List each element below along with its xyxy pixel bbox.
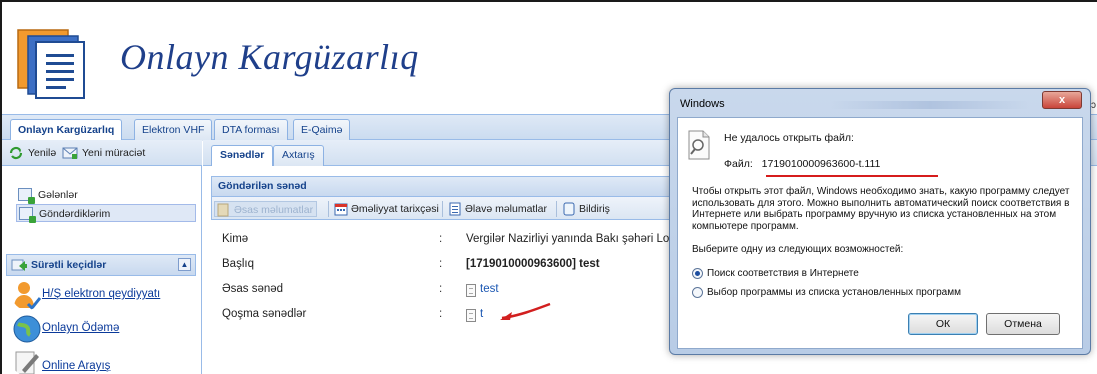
radio-unselected[interactable] xyxy=(692,287,703,298)
nav-item-label: Gələnlər xyxy=(38,189,78,201)
tab-e-qaime[interactable]: E-Qaimə xyxy=(293,119,351,141)
outbox-icon xyxy=(19,207,36,223)
nav-item-label: Göndərdiklərim xyxy=(39,208,111,220)
panel-title: Göndərilən sənəd xyxy=(211,176,681,196)
main-document-link[interactable]: test xyxy=(466,283,499,297)
quick-links-title: Sürətli keçidlər xyxy=(31,259,107,271)
tab-senedler[interactable]: Sənədlər xyxy=(211,145,274,166)
ok-button[interactable]: ОК xyxy=(908,313,978,335)
title-blur xyxy=(830,101,1030,109)
quick-link-hs-registration[interactable]: H/Ş elektron qeydiyyatı xyxy=(42,288,160,300)
main-document-label: Əsas sənəd xyxy=(222,283,284,295)
dialog-close-button[interactable]: x xyxy=(1042,91,1082,109)
new-mail-icon xyxy=(62,147,78,159)
left-panel: Yenilə Yeni müraciət Gələnlər Göndərdikl… xyxy=(2,140,202,374)
left-toolbar: Yenilə Yeni müraciət xyxy=(2,140,202,166)
subject-label: Başlıq xyxy=(222,258,254,270)
quick-links-header[interactable]: Sürətli keçidlər ▲ xyxy=(6,254,196,276)
additional-info-label: Əlavə məlumatlar xyxy=(465,203,548,215)
row-colon: : xyxy=(439,283,443,295)
main-info-button[interactable]: Əsas məlumatlar xyxy=(214,201,318,217)
notification-label: Bildiriş xyxy=(579,203,610,215)
refresh-label: Yenilə xyxy=(28,147,57,159)
tab-onlayn-karguzarliq[interactable]: Onlayn Kargüzarlıq xyxy=(10,119,123,142)
dialog-body: Не удалось открыть файл: Файл: 171901000… xyxy=(677,117,1083,349)
tab-axtaris[interactable]: Axtarış xyxy=(273,145,324,166)
attachments-label: Qoşma sənədlər xyxy=(222,308,307,320)
subject-value: [1719010000963600] test xyxy=(466,258,600,270)
operation-history-button[interactable]: Əməliyyat tarixçəsi xyxy=(332,201,439,217)
pen-icon xyxy=(15,351,39,374)
toolbar-divider xyxy=(328,201,329,217)
attachment-link[interactable]: t xyxy=(466,308,484,322)
refresh-icon xyxy=(9,146,23,160)
main-document-name: test xyxy=(480,283,499,295)
radio-selected[interactable] xyxy=(692,268,703,279)
red-underline-annotation xyxy=(766,175,938,177)
quick-link-online-payment[interactable]: Onlayn Ödəmə xyxy=(42,322,119,334)
file-name: 1719010000963600-t.111 xyxy=(761,158,881,170)
row-colon: : xyxy=(439,258,443,270)
globe-icon xyxy=(13,315,41,343)
tab-dta-formasi[interactable]: DTA forması xyxy=(214,119,288,141)
open-file-dialog: Windows x Не удалось открыть файл: Файл:… xyxy=(669,88,1091,355)
recipient-value: Vergilər Nazirliyi yanında Bakı şəhəri L… xyxy=(466,233,670,245)
document-icon xyxy=(466,284,476,297)
new-request-label: Yeni müraciət xyxy=(82,147,146,159)
dialog-message: Не удалось открыть файл: xyxy=(724,132,854,144)
dialog-prompt: Выберите одну из следующих возможностей: xyxy=(692,244,904,255)
dialog-title: Windows xyxy=(680,98,725,110)
additional-info-button[interactable]: Əlavə məlumatlar xyxy=(446,201,547,217)
quick-link-online-arayis[interactable]: Online Arayış xyxy=(42,360,110,372)
app-logo-icon xyxy=(17,29,85,99)
dialog-description: Чтобы открыть этот файл, Windows необход… xyxy=(692,186,1070,232)
operation-history-label: Əməliyyat tarixçəsi xyxy=(351,203,439,215)
attachment-name: t xyxy=(480,308,484,320)
info-doc-icon xyxy=(217,203,229,217)
toolbar-divider xyxy=(556,201,557,217)
option-search-internet[interactable]: Поиск соответствия в Интернете xyxy=(692,268,859,280)
dialog-file-line: Файл: 1719010000963600-t.111 xyxy=(724,158,938,177)
collapse-up-icon[interactable]: ▲ xyxy=(178,258,191,271)
nav-item-gelenler[interactable]: Gələnlər xyxy=(16,186,78,204)
person-icon xyxy=(14,282,42,310)
row-colon: : xyxy=(439,233,443,245)
option-label: Выбор программы из списка установленных … xyxy=(707,287,961,298)
row-colon: : xyxy=(439,308,443,320)
toolbar-divider xyxy=(442,201,443,217)
inbox-icon xyxy=(18,188,35,204)
panel-toolbar: Əsas məlumatlar Əməliyyat tarixçəsi Əlav… xyxy=(211,196,681,220)
cancel-button[interactable]: Отмена xyxy=(986,313,1060,335)
nav-item-gonderdiklerim[interactable]: Göndərdiklərim xyxy=(16,204,196,223)
new-request-button[interactable]: Yeni müraciət xyxy=(62,145,145,161)
option-choose-program[interactable]: Выбор программы из списка установленных … xyxy=(692,287,961,299)
refresh-button[interactable]: Yenilə xyxy=(8,145,56,161)
clipped-edge-text: ɔ xyxy=(1091,100,1096,111)
list-icon xyxy=(449,202,461,216)
app-title: Onlayn Kargüzarlıq xyxy=(120,37,419,77)
notification-button[interactable]: Bildiriş xyxy=(560,201,610,217)
unknown-file-icon xyxy=(688,130,710,160)
option-label: Поиск соответствия в Интернете xyxy=(707,268,859,279)
quick-links-icon xyxy=(11,259,27,271)
notification-doc-icon xyxy=(563,202,575,216)
main-info-label: Əsas məlumatlar xyxy=(234,204,314,216)
calendar-icon xyxy=(334,203,348,216)
document-icon xyxy=(466,309,476,322)
red-arrow-annotation xyxy=(500,302,551,320)
tab-elektron-vhf[interactable]: Elektron VHF xyxy=(134,119,213,141)
recipient-label: Kimə xyxy=(222,233,249,245)
file-label: Файл: xyxy=(724,158,753,170)
